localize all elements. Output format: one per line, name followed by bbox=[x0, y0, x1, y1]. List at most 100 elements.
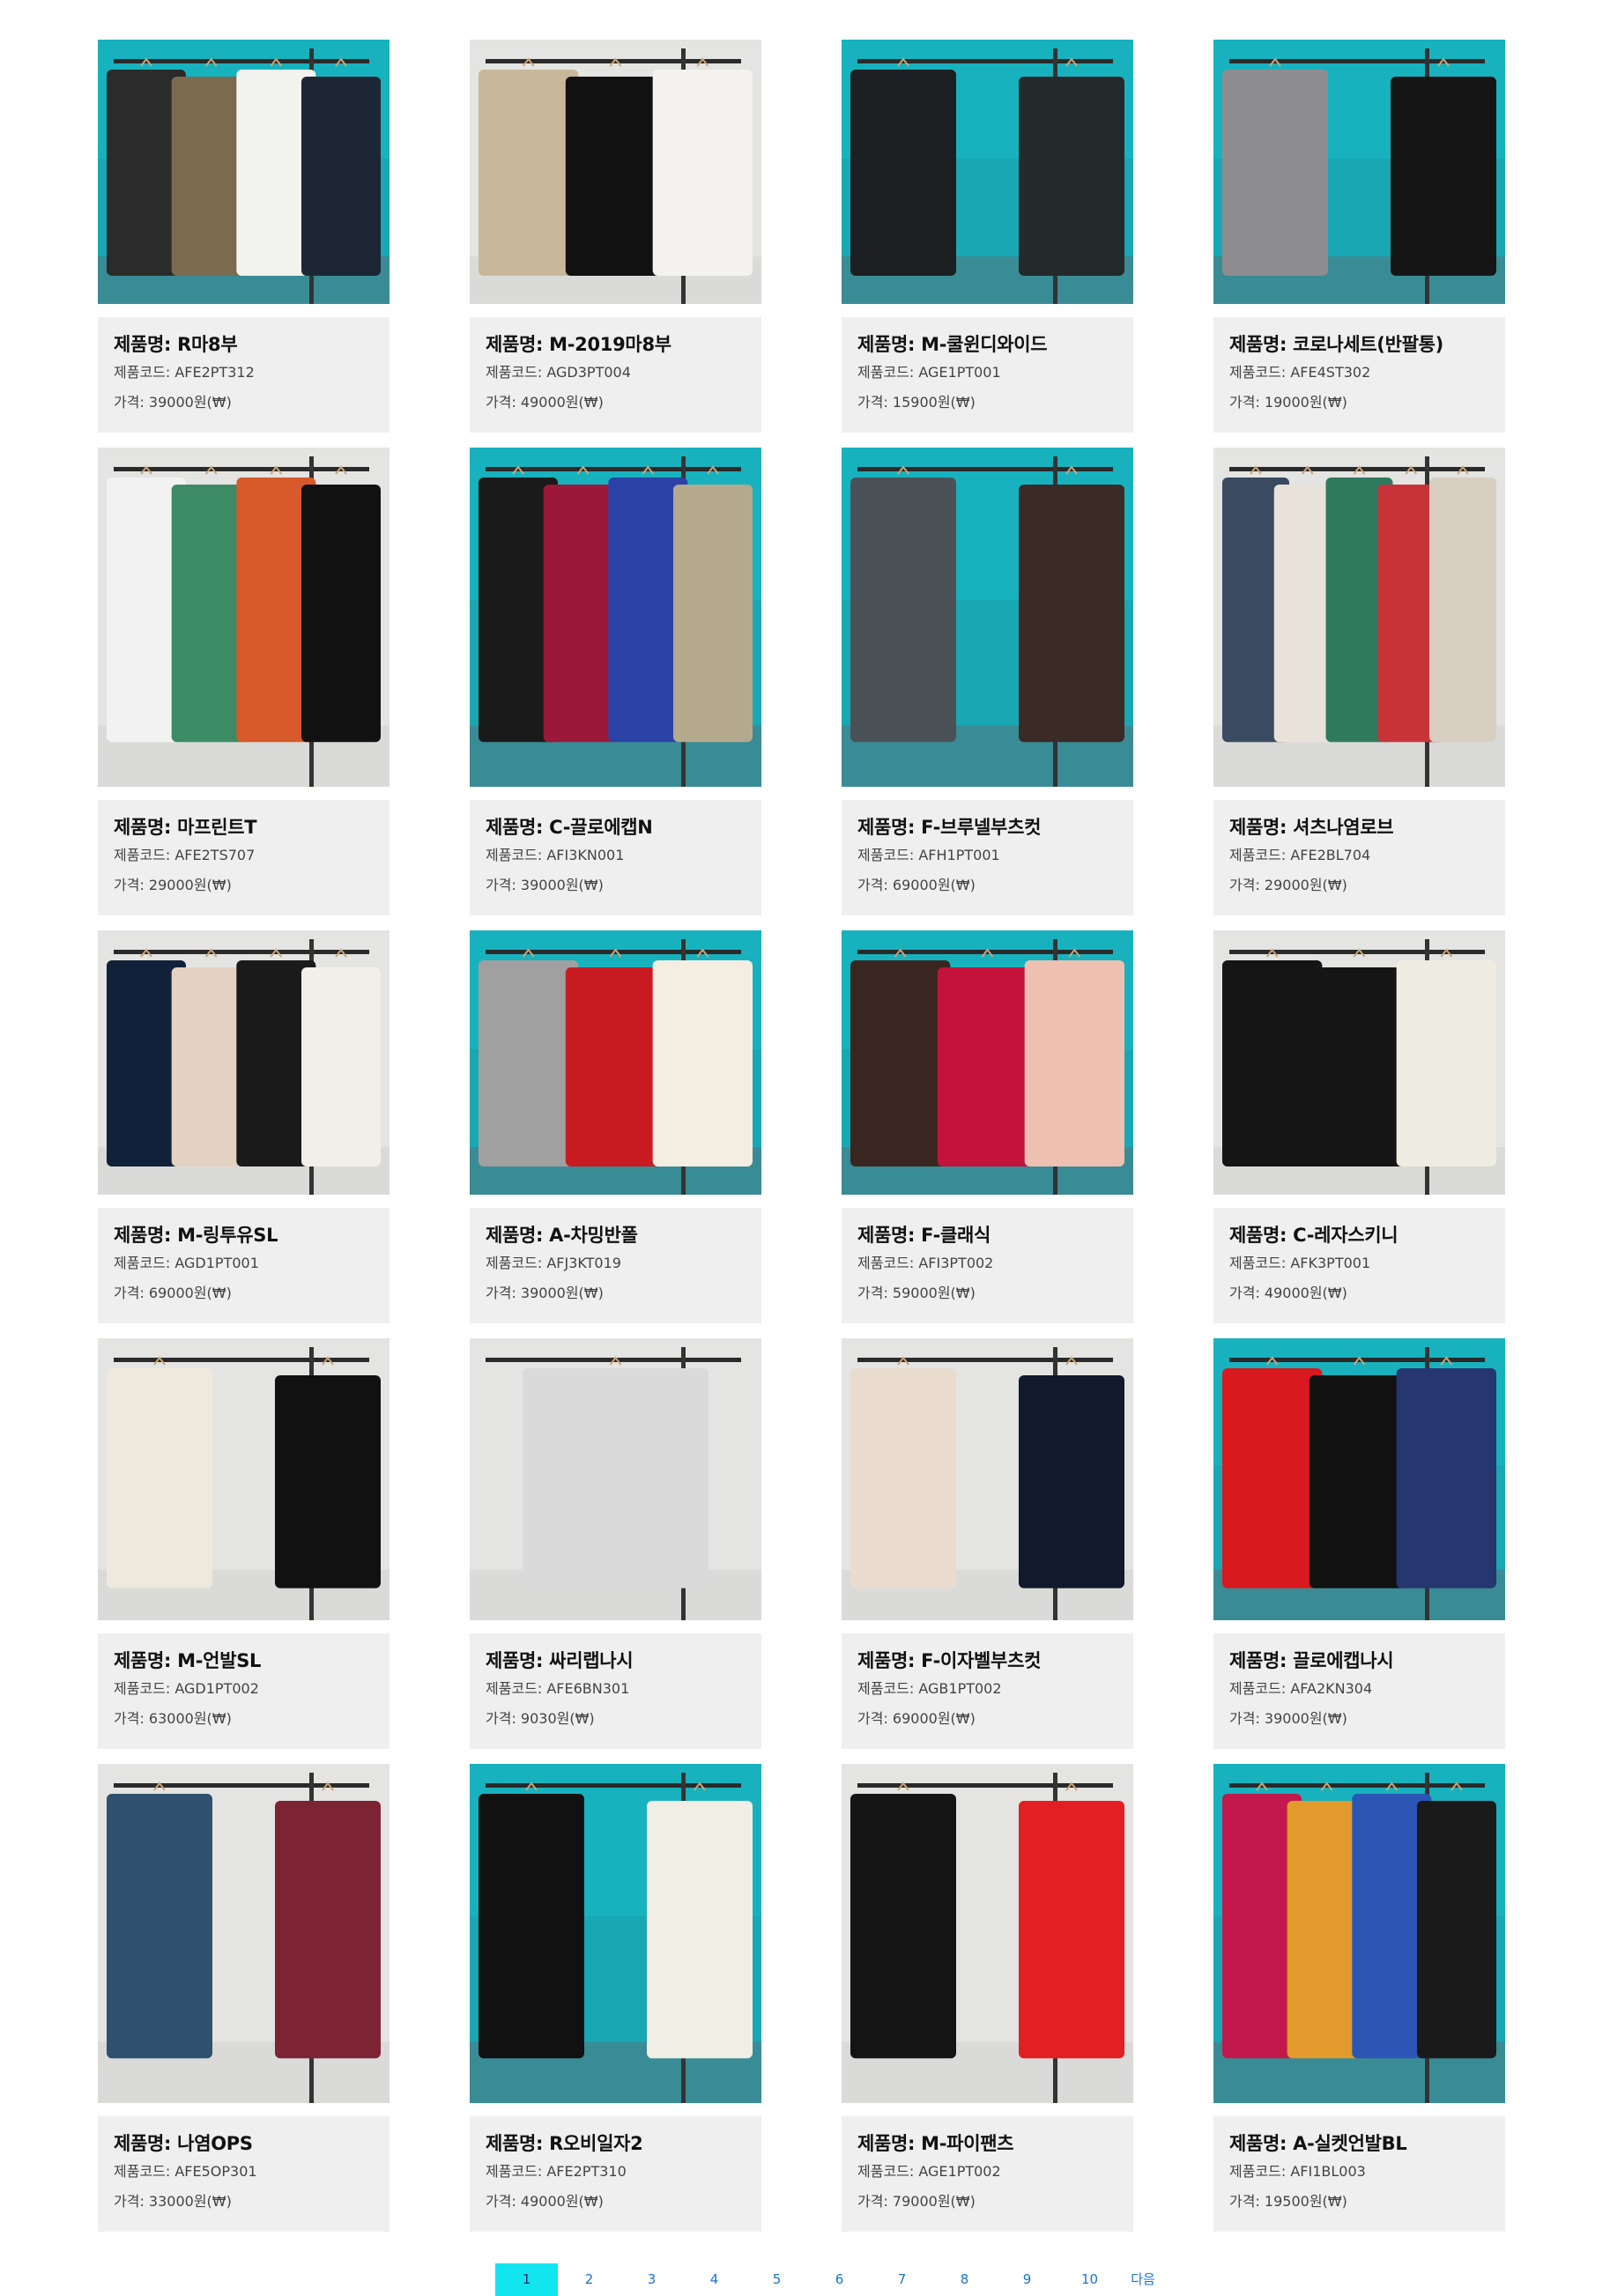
product-code: 제품코드: AFJ3KT019 bbox=[486, 1255, 621, 1271]
product-info: 제품명: 끌로에캡나시 제품코드: AFA2KN304 가격: 39000원(₩) bbox=[1213, 1633, 1505, 1749]
product-price: 가격: 49000원(₩) bbox=[486, 394, 604, 411]
product-photo[interactable] bbox=[98, 448, 390, 787]
product-name[interactable]: 제품명: R마8부 bbox=[114, 331, 374, 358]
product-photo[interactable] bbox=[98, 930, 390, 1195]
product-photo[interactable] bbox=[470, 1338, 761, 1620]
next-page-link[interactable]: 다음 bbox=[1121, 2263, 1165, 2296]
product-code: 제품코드: AFH1PT001 bbox=[857, 847, 1000, 863]
product-name[interactable]: 제품명: F-브루넬부츠컷 bbox=[857, 814, 1117, 841]
product-photo[interactable] bbox=[1213, 1338, 1505, 1620]
product-name[interactable]: 제품명: 마프린트T bbox=[114, 814, 374, 841]
product-card[interactable]: 제품명: 끌로에캡나시 제품코드: AFA2KN304 가격: 39000원(₩) bbox=[1213, 1338, 1505, 1749]
product-card[interactable]: 제품명: M-언발SL 제품코드: AGD1PT002 가격: 63000원(₩) bbox=[98, 1338, 390, 1749]
product-photo[interactable] bbox=[98, 40, 390, 304]
product-info: 제품명: F-브루넬부츠컷 제품코드: AFH1PT001 가격: 69000원(₩… bbox=[842, 800, 1133, 915]
product-price: 가격: 69000원(₩) bbox=[857, 1710, 976, 1727]
product-photo[interactable] bbox=[1213, 40, 1505, 304]
product-photo[interactable] bbox=[842, 930, 1133, 1195]
product-card[interactable]: 제품명: M-링투유SL 제품코드: AGD1PT001 가격: 69000원(₩) bbox=[98, 930, 390, 1323]
product-card[interactable]: 제품명: 코로나세트(반팔통) 제품코드: AFE4ST302 가격: 19000원… bbox=[1213, 40, 1505, 433]
product-name[interactable]: 제품명: 끌로에캡나시 bbox=[1229, 1648, 1489, 1674]
product-name[interactable]: 제품명: M-2019마8부 bbox=[486, 331, 746, 358]
product-name[interactable]: 제품명: M-링투유SL bbox=[114, 1222, 374, 1248]
product-name[interactable]: 제품명: 나염OPS bbox=[114, 2130, 374, 2157]
row-spacer bbox=[470, 915, 761, 930]
product-photo[interactable] bbox=[842, 1338, 1133, 1620]
page-link-6[interactable]: 6 bbox=[808, 2263, 871, 2296]
product-name[interactable]: 제품명: 셔츠나염로브 bbox=[1229, 814, 1489, 841]
product-photo[interactable] bbox=[1213, 448, 1505, 787]
page-link-3[interactable]: 3 bbox=[620, 2263, 683, 2296]
product-card[interactable]: 제품명: C-레자스키니 제품코드: AFK3PT001 가격: 49000원(₩) bbox=[1213, 930, 1505, 1323]
product-code: 제품코드: AGD3PT004 bbox=[486, 364, 631, 381]
product-name[interactable]: 제품명: M-언발SL bbox=[114, 1648, 374, 1674]
product-photo[interactable] bbox=[98, 1338, 390, 1620]
row-spacer bbox=[98, 915, 390, 930]
product-code: 제품코드: AFE2BL704 bbox=[1229, 847, 1371, 863]
product-card[interactable]: 제품명: A-차밍반폴제품코드: AFJ3KT019 가격: 39000원(₩) bbox=[470, 930, 761, 1323]
product-card[interactable]: 제품명: A-실켓언발BL 제품코드: AFI1BL003 가격: 19500원(₩… bbox=[1213, 1764, 1505, 2232]
product-photo[interactable] bbox=[1213, 1764, 1505, 2103]
product-code: 제품코드: AFE2TS707 bbox=[114, 847, 256, 863]
product-info: 제품명: R마8부 제품코드: AFE2PT312 가격: 39000원(₩) bbox=[98, 317, 390, 433]
product-card[interactable]: 제품명: 싸리랩나시 제품코드: AFE6BN301 가격: 9030원(₩) bbox=[470, 1338, 761, 1749]
product-name[interactable]: 제품명: M-쿨윈디와이드 bbox=[857, 331, 1117, 358]
product-name[interactable]: 제품명: A-실켓언발BL bbox=[1229, 2130, 1489, 2157]
page-link-4[interactable]: 4 bbox=[683, 2263, 746, 2296]
page-link-10[interactable]: 10 bbox=[1058, 2263, 1121, 2296]
product-card[interactable]: 제품명: M-파이팬츠 제품코드: AGE1PT002 가격: 79000원(₩) bbox=[842, 1764, 1133, 2232]
product-name[interactable]: 제품명: C-끌로에캡N bbox=[486, 814, 746, 841]
product-name[interactable]: 제품명: A-차밍반폴 bbox=[486, 1222, 746, 1248]
product-card[interactable]: 제품명: M-쿨윈디와이드 제품코드: AGE1PT001 가격: 15900원(₩… bbox=[842, 40, 1133, 433]
product-photo[interactable] bbox=[470, 40, 761, 304]
product-photo[interactable] bbox=[842, 448, 1133, 787]
product-code: 제품코드: AGD1PT001 bbox=[114, 1255, 259, 1271]
product-grid: 제품명: R마8부 제품코드: AFE2PT312 가격: 39000원(₩) 제품명… bbox=[98, 40, 1506, 2232]
page-link-5[interactable]: 5 bbox=[746, 2263, 808, 2296]
product-card[interactable]: 제품명: F-클래식 제품코드: AFI3PT002 가격: 59000원(₩) bbox=[842, 930, 1133, 1323]
product-info: 제품명: 셔츠나염로브 제품코드: AFE2BL704 가격: 29000원(₩) bbox=[1213, 800, 1505, 915]
product-card[interactable]: 제품명: 나염OPS 제품코드: AFE5OP301 가격: 33000원(₩) bbox=[98, 1764, 390, 2232]
product-name[interactable]: 제품명: C-레자스키니 bbox=[1229, 1222, 1489, 1248]
page-link-2[interactable]: 2 bbox=[558, 2263, 620, 2296]
product-name[interactable]: 제품명: F-이자벨부츠컷 bbox=[857, 1648, 1117, 1674]
product-photo[interactable] bbox=[470, 448, 761, 787]
page-link-1[interactable]: 1 bbox=[495, 2263, 558, 2296]
product-price: 가격: 15900원(₩) bbox=[857, 394, 976, 411]
product-info: 제품명: C-레자스키니 제품코드: AFK3PT001 가격: 49000원(₩) bbox=[1213, 1208, 1505, 1323]
page-link-9[interactable]: 9 bbox=[996, 2263, 1058, 2296]
product-info: 제품명: F-이자벨부츠컷 제품코드: AGB1PT002 가격: 69000원(₩… bbox=[842, 1633, 1133, 1749]
product-name[interactable]: 제품명: M-파이팬츠 bbox=[857, 2130, 1117, 2157]
product-photo[interactable] bbox=[1213, 930, 1505, 1195]
row-spacer bbox=[1213, 1749, 1505, 1764]
product-card[interactable]: 제품명: F-이자벨부츠컷 제품코드: AGB1PT002 가격: 69000원(₩… bbox=[842, 1338, 1133, 1749]
product-photo[interactable] bbox=[470, 1764, 761, 2103]
product-card[interactable]: 제품명: M-2019마8부제품코드: AGD3PT004 가격: 49000원(… bbox=[470, 40, 761, 433]
product-card[interactable]: 제품명: C-끌로에캡N 제품코드: AFI3KN001 가격: 39000원(₩) bbox=[470, 448, 761, 915]
product-name[interactable]: 제품명: F-클래식 bbox=[857, 1222, 1117, 1248]
product-name[interactable]: 제품명: R오비일자2 bbox=[486, 2130, 746, 2157]
product-name[interactable]: 제품명: 코로나세트(반팔통) bbox=[1229, 331, 1489, 358]
product-price: 가격: 19000원(₩) bbox=[1229, 394, 1347, 411]
product-card[interactable]: 제품명: F-브루넬부츠컷 제품코드: AFH1PT001 가격: 69000원(₩… bbox=[842, 448, 1133, 915]
pagination: 1 2 3 4 5 6 7 8 9 10 다음 bbox=[495, 2263, 1165, 2296]
product-info: 제품명: 코로나세트(반팔통) 제품코드: AFE4ST302 가격: 19000원… bbox=[1213, 317, 1505, 433]
page-link-7[interactable]: 7 bbox=[871, 2263, 933, 2296]
product-code: 제품코드: AGE1PT002 bbox=[857, 2163, 1001, 2180]
product-card[interactable]: 제품명: 마프린트T 제품코드: AFE2TS707 가격: 29000원(₩) bbox=[98, 448, 390, 915]
product-card[interactable]: 제품명: R오비일자2 제품코드: AFE2PT310 가격: 49000원(₩) bbox=[470, 1764, 761, 2232]
product-photo[interactable] bbox=[842, 1764, 1133, 2103]
product-card[interactable]: 제품명: 셔츠나염로브 제품코드: AFE2BL704 가격: 29000원(₩) bbox=[1213, 448, 1505, 915]
product-price: 가격: 39000원(₩) bbox=[486, 1285, 604, 1301]
product-name[interactable]: 제품명: 싸리랩나시 bbox=[486, 1648, 746, 1674]
product-code: 제품코드: AFE6BN301 bbox=[486, 1680, 630, 1697]
product-code: 제품코드: AFI3PT002 bbox=[857, 1255, 994, 1271]
product-price: 가격: 49000원(₩) bbox=[486, 2193, 604, 2210]
product-price: 가격: 33000원(₩) bbox=[114, 2193, 232, 2210]
product-photo[interactable] bbox=[842, 40, 1133, 304]
product-card[interactable]: 제품명: R마8부 제품코드: AFE2PT312 가격: 39000원(₩) bbox=[98, 40, 390, 433]
product-photo[interactable] bbox=[98, 1764, 390, 2103]
product-info: 제품명: 나염OPS 제품코드: AFE5OP301 가격: 33000원(₩) bbox=[98, 2116, 390, 2232]
product-photo[interactable] bbox=[470, 930, 761, 1195]
page-link-8[interactable]: 8 bbox=[933, 2263, 996, 2296]
